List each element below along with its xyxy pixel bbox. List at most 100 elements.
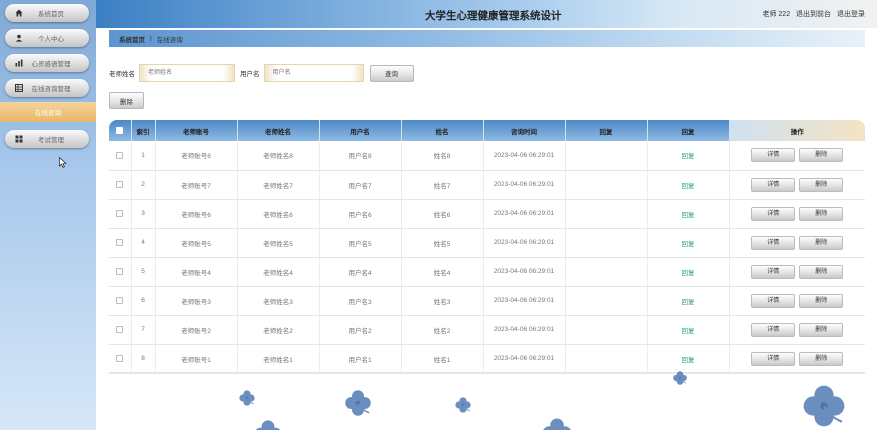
- breadcrumb-separator: |: [150, 35, 152, 42]
- delete-button[interactable]: 删除: [799, 235, 844, 250]
- mouse-cursor-icon: [59, 157, 67, 168]
- table-bottom-border: [109, 372, 865, 374]
- cell-consult-time: 2023-04-06 06:29:01: [483, 199, 566, 229]
- row-checkbox[interactable]: [116, 151, 124, 159]
- sidebar: 系统首页 个人中心 心灵感语管理 在线咨询管理 在线咨询 考试管理: [0, 0, 96, 430]
- row-select-cell: [109, 344, 132, 373]
- detail-button[interactable]: 详情: [751, 322, 796, 337]
- cell-reply-action: 回复: [647, 315, 730, 345]
- sidebar-item-consult-manage[interactable]: 在线咨询管理: [5, 79, 89, 97]
- cell-reply-action: 回复: [647, 141, 730, 171]
- row-select-cell: [109, 170, 132, 200]
- reply-link[interactable]: 回复: [682, 183, 695, 190]
- reply-link[interactable]: 回复: [682, 270, 695, 277]
- cell-operations: 详情 删除: [729, 141, 865, 171]
- sidebar-item-home[interactable]: 系统首页: [5, 4, 89, 22]
- row-checkbox[interactable]: [116, 180, 124, 188]
- sidebar-item-label: 在线咨询管理: [31, 86, 71, 93]
- cell-index: 7: [131, 315, 156, 345]
- apps-icon: [15, 135, 23, 143]
- cell-name: 姓名6: [401, 199, 484, 229]
- delete-button[interactable]: 删除: [799, 177, 844, 192]
- search-button[interactable]: 查询: [369, 64, 414, 82]
- cell-teacher-account: 老师账号7: [155, 170, 238, 200]
- detail-button[interactable]: 详情: [751, 235, 796, 250]
- cell-reply-content: [565, 199, 648, 229]
- detail-button[interactable]: 详情: [751, 351, 796, 366]
- breadcrumb-home[interactable]: 系统首页: [119, 34, 145, 44]
- cell-teacher-account: 老师账号4: [155, 257, 238, 287]
- col-reply-action: 回复: [647, 120, 730, 141]
- reply-link[interactable]: 回复: [682, 357, 695, 364]
- cell-reply-content: [565, 257, 648, 287]
- delete-button[interactable]: 删除: [799, 293, 844, 308]
- reply-link[interactable]: 回复: [682, 153, 695, 160]
- header: 大学生心理健康管理系统设计 老师 222 退出到前台 退出登录: [96, 0, 877, 28]
- cell-reply-action: 回复: [647, 344, 730, 373]
- detail-button[interactable]: 详情: [751, 264, 796, 279]
- delete-button[interactable]: 删除: [799, 148, 844, 163]
- row-checkbox[interactable]: [116, 296, 124, 304]
- col-username: 用户名: [319, 120, 402, 141]
- reply-link[interactable]: 回复: [682, 241, 695, 248]
- reply-link[interactable]: 回复: [682, 212, 695, 219]
- sidebar-item-label: 考试管理: [38, 137, 64, 144]
- logout-link[interactable]: 退出登录: [837, 11, 865, 18]
- cell-reply-action: 回复: [647, 170, 730, 200]
- cell-name: 姓名4: [401, 257, 484, 287]
- row-checkbox[interactable]: [116, 238, 124, 246]
- row-checkbox[interactable]: [116, 267, 124, 275]
- cell-operations: 详情 删除: [729, 344, 865, 373]
- cell-name: 姓名7: [401, 170, 484, 200]
- teacher-name-input[interactable]: [139, 64, 235, 82]
- detail-button[interactable]: 详情: [751, 293, 796, 308]
- row-checkbox[interactable]: [116, 209, 124, 217]
- select-all-header: [109, 120, 132, 141]
- delete-button[interactable]: 删除: [799, 264, 844, 279]
- cell-reply-action: 回复: [647, 257, 730, 287]
- col-teacher-name: 老师姓名: [237, 120, 320, 141]
- cell-operations: 详情 删除: [729, 286, 865, 316]
- detail-button[interactable]: 详情: [751, 177, 796, 192]
- cell-consult-time: 2023-04-06 06:29:01: [483, 228, 566, 258]
- breadcrumb: 系统首页 | 在线咨询: [109, 30, 865, 47]
- person-icon: [15, 34, 23, 42]
- cell-name: 姓名3: [401, 286, 484, 316]
- reply-link[interactable]: 回复: [682, 299, 695, 306]
- breadcrumb-current: 在线咨询: [156, 36, 183, 44]
- teacher-name-label: 老师姓名: [109, 71, 135, 78]
- cell-index: 5: [131, 257, 156, 287]
- cell-username: 用户名3: [319, 286, 402, 316]
- row-checkbox[interactable]: [116, 354, 124, 362]
- select-all-checkbox[interactable]: [116, 126, 124, 134]
- batch-delete-button[interactable]: 删除: [109, 92, 144, 109]
- cell-username: 用户名1: [319, 344, 402, 373]
- cell-operations: 详情 删除: [729, 257, 865, 287]
- cell-teacher-account: 老师账号2: [155, 315, 238, 345]
- sidebar-item-online-consult[interactable]: 在线咨询: [0, 102, 96, 122]
- cell-operations: 详情 删除: [729, 170, 865, 200]
- cell-consult-time: 2023-04-06 06:29:01: [483, 286, 566, 316]
- sidebar-item-exam[interactable]: 考试管理: [5, 130, 89, 148]
- delete-button[interactable]: 删除: [799, 322, 844, 337]
- row-checkbox[interactable]: [116, 325, 124, 333]
- cell-operations: 详情 删除: [729, 315, 865, 345]
- cell-teacher-name: 老师姓名8: [237, 141, 320, 171]
- detail-button[interactable]: 详情: [751, 206, 796, 221]
- clover-decoration-icon: [672, 370, 688, 386]
- delete-button[interactable]: 删除: [799, 351, 844, 366]
- delete-button[interactable]: 删除: [799, 206, 844, 221]
- detail-button[interactable]: 详情: [751, 148, 796, 163]
- col-name: 姓名: [401, 120, 484, 141]
- reply-link[interactable]: 回复: [682, 328, 695, 335]
- cell-teacher-name: 老师姓名3: [237, 286, 320, 316]
- table-header-row: 索引 老师账号 老师姓名 用户名 姓名 咨询时间 回复 回复 操作: [109, 120, 865, 141]
- col-operation: 操作: [729, 120, 865, 141]
- back-to-front-link[interactable]: 退出到前台: [796, 11, 831, 18]
- sidebar-item-mind-words[interactable]: 心灵感语管理: [5, 54, 89, 72]
- sidebar-item-personal[interactable]: 个人中心: [5, 29, 89, 47]
- cell-consult-time: 2023-04-06 06:29:01: [483, 170, 566, 200]
- username-input[interactable]: [263, 64, 364, 82]
- table-row: 8 老师账号1 老师姓名1 用户名1 姓名1 2023-04-06 06:29:01 回复 详…: [109, 344, 865, 373]
- row-select-cell: [109, 315, 132, 345]
